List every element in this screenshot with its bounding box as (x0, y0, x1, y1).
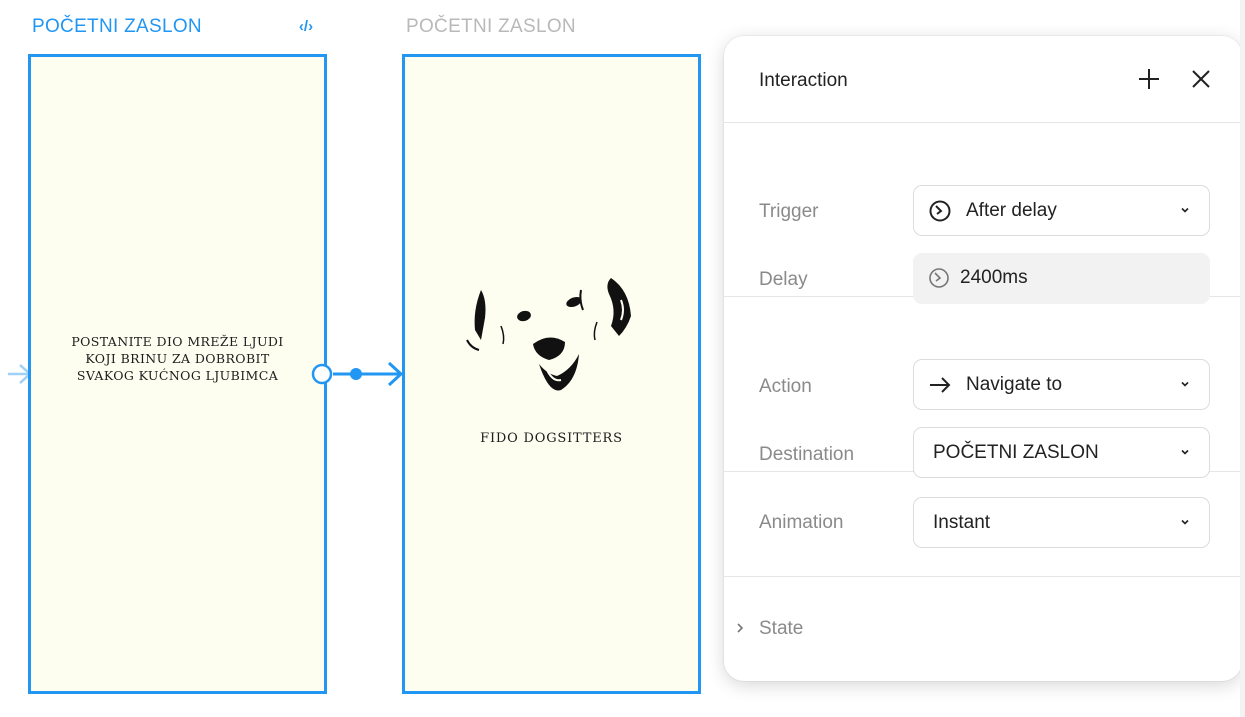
trigger-value: After delay (966, 200, 1057, 221)
trigger-section: Trigger After delay Delay 2400ms (724, 123, 1242, 304)
destination-label: Destination (759, 444, 855, 465)
panel-header: Interaction (724, 36, 1242, 123)
interaction-panel: Interaction Trigger After delay Delay 24… (724, 36, 1242, 681)
chevron-down-icon (1181, 381, 1189, 387)
delay-value: 2400ms (960, 267, 1028, 288)
frame-title-start[interactable]: POČETNI ZASLON (32, 16, 202, 38)
plus-icon[interactable] (1134, 64, 1164, 94)
animation-select[interactable]: Instant (913, 497, 1210, 548)
trigger-select[interactable]: After delay (913, 185, 1210, 236)
target-screen-frame[interactable]: FIDO DOGSITTERS (402, 54, 701, 694)
scrollbar-track[interactable] (1240, 0, 1245, 717)
animation-section: Animation Instant (724, 472, 1242, 577)
chevron-right-icon (737, 623, 744, 633)
chevron-down-icon (1181, 519, 1189, 525)
panel-title: Interaction (759, 70, 848, 91)
destination-value: POČETNI ZASLON (933, 442, 1099, 463)
dog-logo-icon (466, 278, 631, 391)
chevron-down-icon (1181, 207, 1189, 213)
animation-label: Animation (759, 512, 844, 533)
destination-select[interactable]: POČETNI ZASLON (913, 427, 1210, 478)
code-icon[interactable]: ‹/› (289, 15, 323, 39)
action-label: Action (759, 376, 812, 397)
state-label: State (759, 618, 804, 639)
action-section: Action Navigate to Destination POČETNI Z… (724, 297, 1242, 478)
timer-icon (929, 200, 951, 222)
brand-name: FIDO DOGSITTERS (480, 431, 623, 446)
close-icon[interactable] (1186, 64, 1216, 94)
action-value: Navigate to (966, 374, 1063, 395)
state-disclosure[interactable]: State (724, 577, 1242, 681)
animation-value: Instant (933, 512, 991, 533)
chevron-down-icon (1181, 449, 1189, 455)
frame-title-target[interactable]: POČETNI ZASLON (406, 16, 576, 38)
arrow-right-icon (930, 377, 951, 393)
interaction-connector[interactable] (0, 352, 420, 396)
action-select[interactable]: Navigate to (913, 359, 1210, 410)
delay-label: Delay (759, 269, 808, 290)
timer-icon (929, 268, 949, 288)
trigger-label: Trigger (759, 201, 819, 222)
